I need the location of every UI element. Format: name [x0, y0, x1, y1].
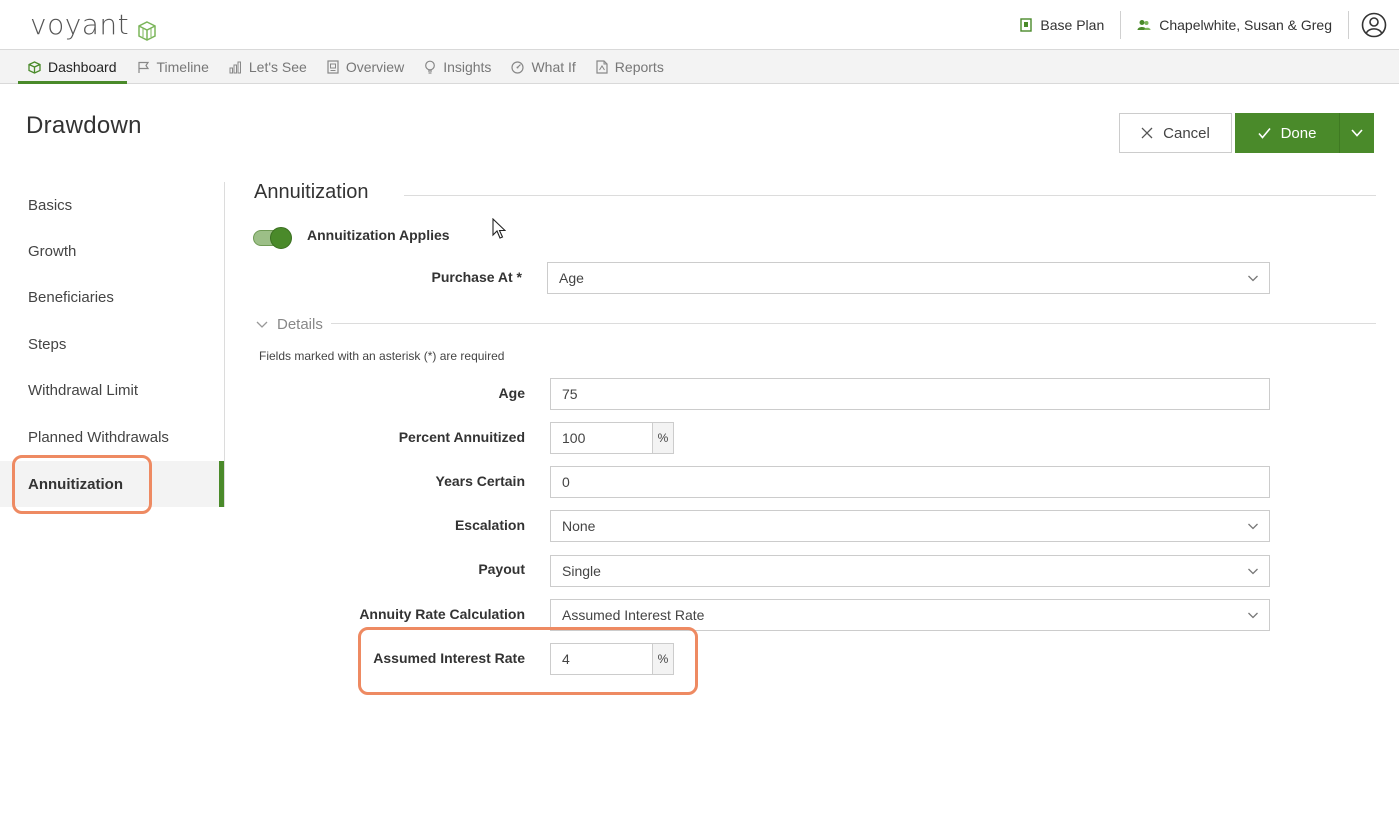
- section-title: Annuitization: [254, 181, 369, 203]
- percent-annuitized-value: 100: [562, 430, 586, 446]
- percent-annuitized-input[interactable]: 100: [550, 422, 653, 454]
- years-certain-value: 0: [562, 474, 570, 490]
- checkmark-icon: [1257, 127, 1271, 139]
- escalation-label: Escalation: [454, 517, 525, 533]
- toggle-label: Annuitization Applies: [307, 227, 450, 243]
- tab-what-if[interactable]: What If: [501, 50, 585, 84]
- tab-label: Insights: [443, 59, 492, 75]
- cube-icon: [28, 60, 41, 74]
- years-certain-label: Years Certain: [435, 473, 526, 489]
- sidebar-item-withdrawal-limit[interactable]: Withdrawal Limit: [0, 367, 224, 413]
- tab-label: Overview: [345, 59, 405, 75]
- tab-label: Reports: [614, 59, 664, 75]
- cancel-button[interactable]: Cancel: [1119, 113, 1232, 153]
- plan-selector[interactable]: Base Plan: [1004, 11, 1120, 39]
- sidebar-item-beneficiaries[interactable]: Beneficiaries: [0, 274, 224, 320]
- sidebar-item-label: Steps: [28, 335, 67, 353]
- sidebar-active-indicator: [219, 461, 224, 507]
- section-divider: [404, 195, 1376, 196]
- sidebar-item-basics[interactable]: Basics: [0, 182, 224, 228]
- tab-timeline[interactable]: Timeline: [127, 50, 219, 84]
- logo-text: voyant: [30, 8, 130, 41]
- plan-icon: [1020, 18, 1033, 32]
- annuitization-toggle[interactable]: [253, 227, 292, 249]
- years-certain-input[interactable]: 0: [550, 466, 1270, 498]
- bar-chart-icon: [229, 61, 242, 74]
- annuity-rate-calc-value: Assumed Interest Rate: [562, 607, 705, 623]
- gauge-icon: [511, 60, 525, 74]
- tab-lets-see[interactable]: Let's See: [219, 50, 317, 84]
- plan-label: Base Plan: [1040, 17, 1105, 33]
- tab-overview[interactable]: Overview: [317, 50, 414, 84]
- lightbulb-icon: [424, 60, 436, 74]
- sidebar-item-label: Beneficiaries: [28, 288, 114, 306]
- escalation-value: None: [562, 518, 596, 534]
- payout-label: Payout: [478, 561, 525, 577]
- sidebar-item-steps[interactable]: Steps: [0, 321, 224, 367]
- highlight-annotation: [12, 455, 152, 514]
- age-value: 75: [562, 386, 578, 402]
- percent-unit: %: [652, 422, 674, 454]
- chevron-down-icon: [256, 321, 268, 329]
- clients-icon: [1137, 19, 1151, 31]
- close-icon: [1141, 127, 1153, 139]
- chevron-down-icon: [1247, 272, 1259, 284]
- done-button[interactable]: Done: [1235, 113, 1340, 153]
- tab-label: Dashboard: [48, 59, 117, 75]
- purchase-at-label: Purchase At *: [431, 269, 522, 285]
- cancel-label: Cancel: [1163, 124, 1210, 142]
- done-options-dropdown[interactable]: [1340, 113, 1374, 153]
- details-label: Details: [277, 316, 323, 333]
- page-title: Drawdown: [26, 112, 142, 139]
- highlight-annotation: [358, 627, 698, 695]
- tab-insights[interactable]: Insights: [414, 50, 501, 84]
- chevron-down-icon: [1247, 520, 1259, 532]
- sidebar-item-growth[interactable]: Growth: [0, 228, 224, 274]
- client-selector[interactable]: Chapelwhite, Susan & Greg: [1121, 11, 1348, 39]
- main-nav: Dashboard Timeline Let's See Overview In…: [0, 50, 1399, 84]
- payout-select[interactable]: Single: [550, 555, 1270, 587]
- age-label: Age: [498, 385, 525, 401]
- tab-label: Timeline: [156, 59, 209, 75]
- payout-value: Single: [562, 563, 601, 579]
- tab-label: What If: [531, 59, 576, 75]
- overview-icon: [327, 60, 339, 74]
- percent-annuitized-label: Percent Annuitized: [398, 429, 525, 445]
- chevron-down-icon: [1247, 609, 1259, 621]
- sidebar-item-label: Withdrawal Limit: [28, 381, 139, 399]
- top-header: voyant Base Plan Chapelwhite, Susan & Gr…: [0, 0, 1399, 50]
- tab-dashboard[interactable]: Dashboard: [18, 50, 127, 84]
- details-collapse-toggle[interactable]: Details: [256, 316, 323, 333]
- chevron-down-icon: [1351, 129, 1363, 137]
- toggle-knob: [270, 227, 292, 249]
- client-name: Chapelwhite, Susan & Greg: [1159, 17, 1332, 33]
- annuity-rate-calc-label: Annuity Rate Calculation: [359, 606, 525, 622]
- voyant-logo[interactable]: voyant: [30, 8, 157, 41]
- tab-reports[interactable]: Reports: [586, 50, 674, 84]
- tab-label: Let's See: [248, 59, 307, 75]
- required-fields-note: Fields marked with an asterisk (*) are r…: [259, 349, 505, 363]
- user-account-icon[interactable]: [1349, 12, 1399, 38]
- chevron-down-icon: [1247, 565, 1259, 577]
- pdf-icon: [596, 60, 608, 74]
- sidebar-item-label: Planned Withdrawals: [28, 428, 169, 446]
- done-label: Done: [1280, 124, 1317, 142]
- sidebar-item-planned-withdrawals[interactable]: Planned Withdrawals: [0, 414, 224, 460]
- purchase-at-select[interactable]: Age: [547, 262, 1270, 294]
- details-divider: [331, 323, 1376, 324]
- purchase-at-value: Age: [559, 270, 584, 286]
- logo-cube-icon: [137, 15, 157, 41]
- sidebar-item-label: Growth: [28, 242, 77, 260]
- sidebar-item-label: Basics: [28, 196, 73, 214]
- mouse-cursor-icon: [492, 217, 507, 245]
- age-input[interactable]: 75: [550, 378, 1270, 410]
- flag-icon: [137, 61, 150, 74]
- escalation-select[interactable]: None: [550, 510, 1270, 542]
